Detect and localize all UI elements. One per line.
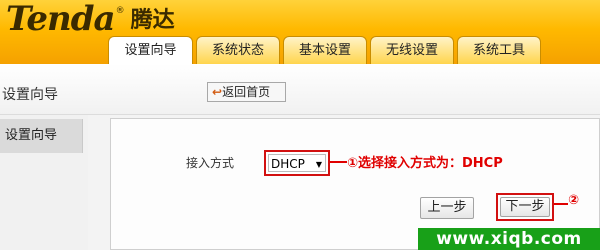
logo-chinese: 腾达: [130, 8, 175, 33]
tenda-logo: Tenda ® 腾达: [6, 2, 175, 36]
site-watermark: www.xiqb.com: [418, 228, 600, 250]
annotation-arrow-line: [330, 161, 347, 163]
page-title: 设置向导: [2, 87, 58, 103]
next-step-button[interactable]: 下一步: [500, 197, 550, 217]
tab-wireless-settings[interactable]: 无线设置: [370, 36, 454, 64]
subheader: 设置向导: [0, 64, 600, 115]
access-method-value: DHCP: [271, 157, 305, 171]
next-step-highlight: 下一步: [496, 193, 554, 221]
header-bar: Tenda ® 腾达 设置向导 系统状态 基本设置 无线设置 系统工具: [0, 0, 600, 64]
annotation-step-2: ②: [568, 193, 580, 208]
dropdown-arrow-icon: ▼: [315, 160, 322, 169]
main-tabs: 设置向导 系统状态 基本设置 无线设置 系统工具: [108, 36, 544, 64]
sidebar-item-setup-wizard[interactable]: 设置向导: [0, 119, 83, 153]
sidebar: 设置向导: [0, 115, 88, 250]
return-home-label: 返回首页: [222, 85, 271, 99]
registered-mark: ®: [115, 6, 125, 16]
tab-basic-settings[interactable]: 基本设置: [283, 36, 367, 64]
tab-system-tools[interactable]: 系统工具: [457, 36, 541, 64]
return-home-button[interactable]: ↩返回首页: [207, 82, 286, 102]
access-method-select[interactable]: DHCP ▼: [268, 154, 326, 172]
tab-system-status[interactable]: 系统状态: [196, 36, 280, 64]
access-method-label: 接入方式: [186, 156, 235, 170]
access-method-highlight: DHCP ▼: [264, 150, 330, 176]
previous-step-button[interactable]: 上一步: [420, 197, 474, 219]
return-arrow-icon: ↩: [212, 85, 223, 99]
tab-setup-wizard[interactable]: 设置向导: [108, 36, 193, 64]
annotation-step-1: ①选择接入方式为：DHCP: [347, 156, 503, 171]
logo-wordmark: Tenda: [6, 0, 116, 39]
annotation-arrow-line-2: [554, 203, 568, 205]
